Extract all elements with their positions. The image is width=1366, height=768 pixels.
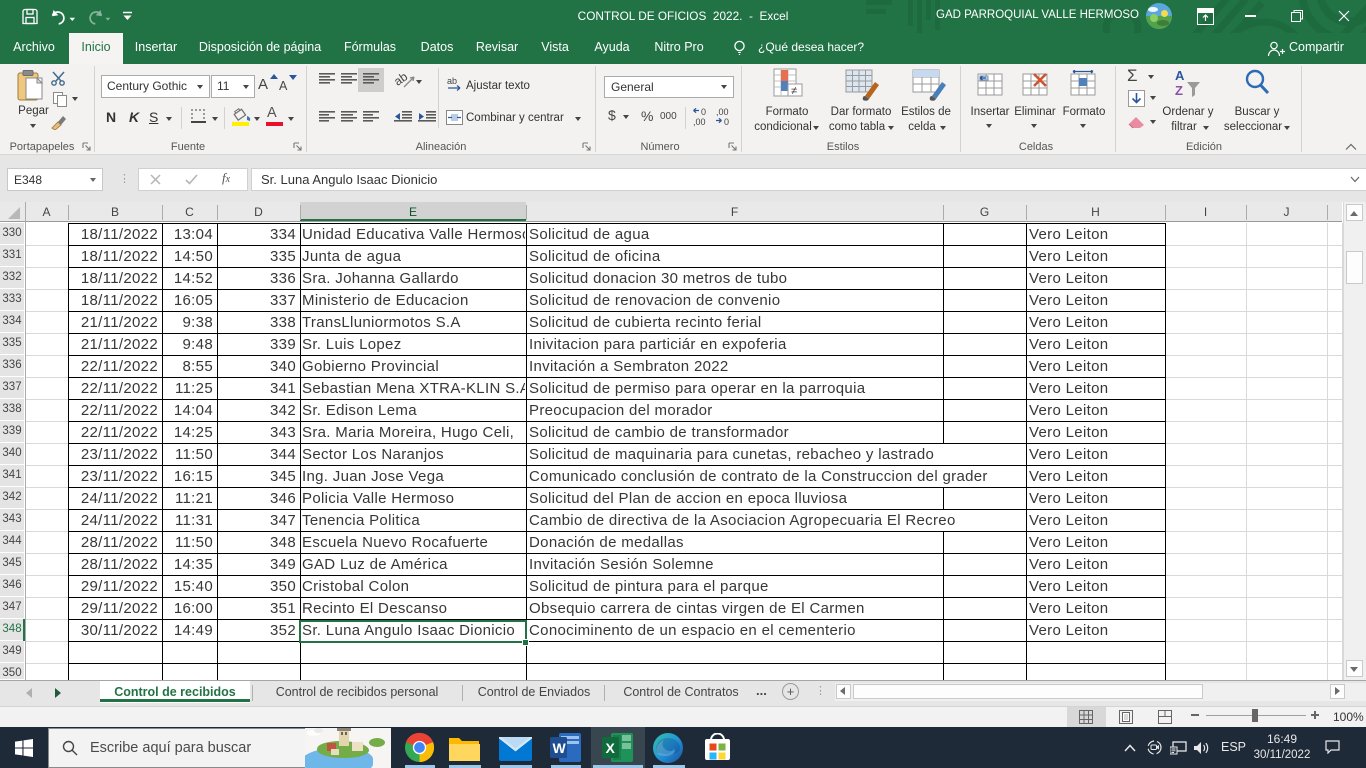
svg-text:,00: ,00 <box>693 117 706 127</box>
svg-text:0: 0 <box>701 107 706 117</box>
svg-text:,00: ,00 <box>716 107 729 117</box>
svg-text:X: X <box>606 740 616 756</box>
svg-text:ab: ab <box>447 76 457 86</box>
svg-text:W: W <box>553 740 567 756</box>
svg-text:A: A <box>1175 68 1185 83</box>
svg-text:Z: Z <box>1175 83 1183 98</box>
svg-text:≠: ≠ <box>791 85 797 97</box>
